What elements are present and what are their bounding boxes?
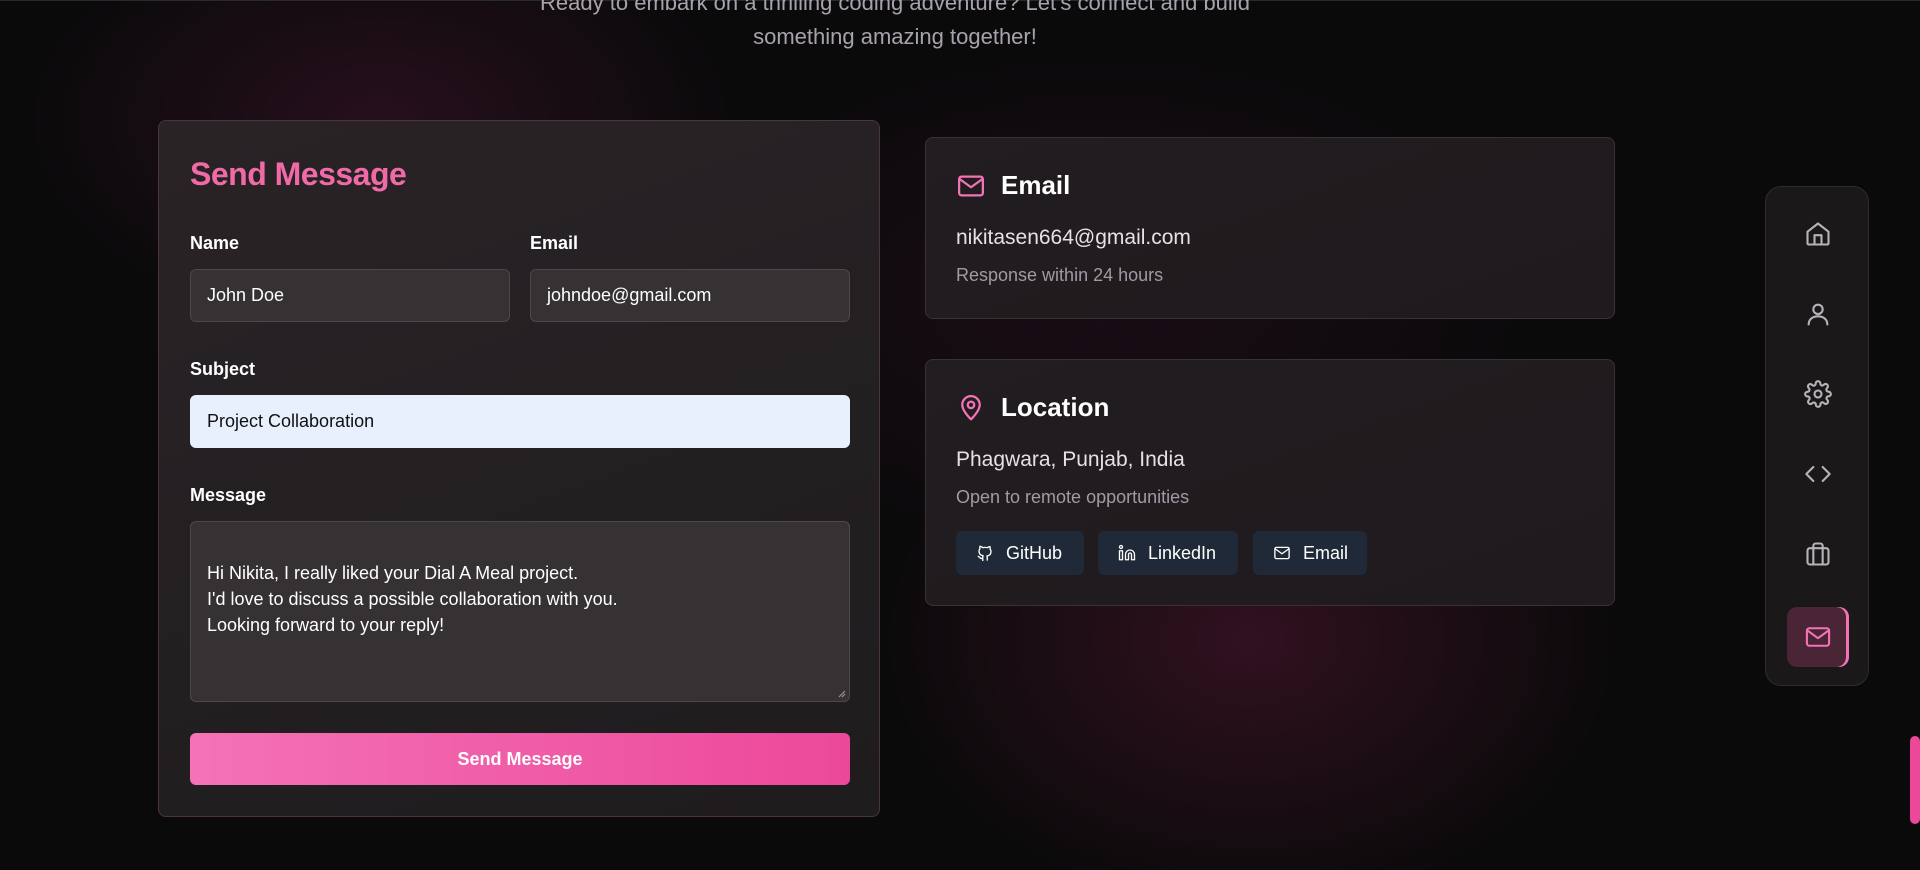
location-card-title: Location	[1001, 392, 1110, 422]
form-title: Send Message	[190, 156, 407, 192]
nav-about[interactable]	[1787, 284, 1849, 344]
mail-icon	[958, 175, 984, 197]
message-label: Message	[190, 485, 267, 505]
name-input[interactable]: John Doe	[190, 269, 510, 322]
intro-line-1: Ready to embark on a thrilling coding ad…	[540, 0, 1250, 15]
nav-projects[interactable]	[1787, 444, 1849, 504]
intro-line-2: something amazing together!	[753, 24, 1037, 49]
email-link-label: Email	[1303, 543, 1349, 563]
gear-icon	[1804, 380, 1832, 408]
linkedin-label: LinkedIn	[1148, 543, 1217, 563]
linkedin-icon	[1118, 544, 1136, 561]
page-scrollbar-thumb[interactable]	[1910, 736, 1920, 824]
email-address[interactable]: nikitasen664@gmail.com	[956, 226, 1191, 250]
linkedin-button[interactable]: LinkedIn	[1098, 531, 1238, 575]
email-card-title: Email	[1001, 170, 1071, 200]
name-label: Name	[190, 233, 240, 253]
email-input[interactable]: johndoe@gmail.com	[530, 269, 850, 322]
user-icon	[1807, 303, 1829, 326]
mail-icon	[1274, 546, 1290, 560]
home-icon	[1806, 222, 1830, 246]
intro-text: Ready to embark on a thrilling coding ad…	[460, 0, 1330, 54]
email-response-note: Response within 24 hours	[956, 265, 1164, 285]
github-button[interactable]: GitHub	[956, 531, 1084, 575]
message-textarea[interactable]: Hi Nikita, I really liked your Dial A Me…	[190, 521, 850, 702]
resize-grip-icon[interactable]	[836, 688, 846, 698]
mail-icon	[1805, 627, 1831, 647]
nav-experience[interactable]	[1787, 524, 1849, 584]
github-label: GitHub	[1006, 543, 1063, 563]
contact-form-card: Send Message Name John Doe Email johndoe…	[158, 120, 880, 817]
send-message-button[interactable]: Send Message	[190, 733, 850, 785]
nav-skills[interactable]	[1787, 364, 1849, 424]
location-info-card: Location Phagwara, Punjab, India Open to…	[925, 359, 1615, 606]
message-text: Hi Nikita, I really liked your Dial A Me…	[207, 563, 618, 635]
email-label: Email	[530, 233, 579, 253]
map-pin-icon	[961, 395, 981, 421]
code-icon	[1805, 465, 1831, 483]
email-link-button[interactable]: Email	[1253, 531, 1367, 575]
location-place: Phagwara, Punjab, India	[956, 448, 1185, 471]
nav-home[interactable]	[1787, 204, 1849, 264]
subject-label: Subject	[190, 359, 256, 379]
github-icon	[977, 545, 992, 562]
nav-contact[interactable]	[1787, 607, 1849, 667]
subject-input[interactable]: Project Collaboration	[190, 395, 850, 448]
email-info-card: Email nikitasen664@gmail.com Response wi…	[925, 137, 1615, 319]
briefcase-icon	[1806, 542, 1830, 566]
location-remote-note: Open to remote opportunities	[956, 487, 1190, 507]
side-navigation	[1765, 186, 1869, 686]
